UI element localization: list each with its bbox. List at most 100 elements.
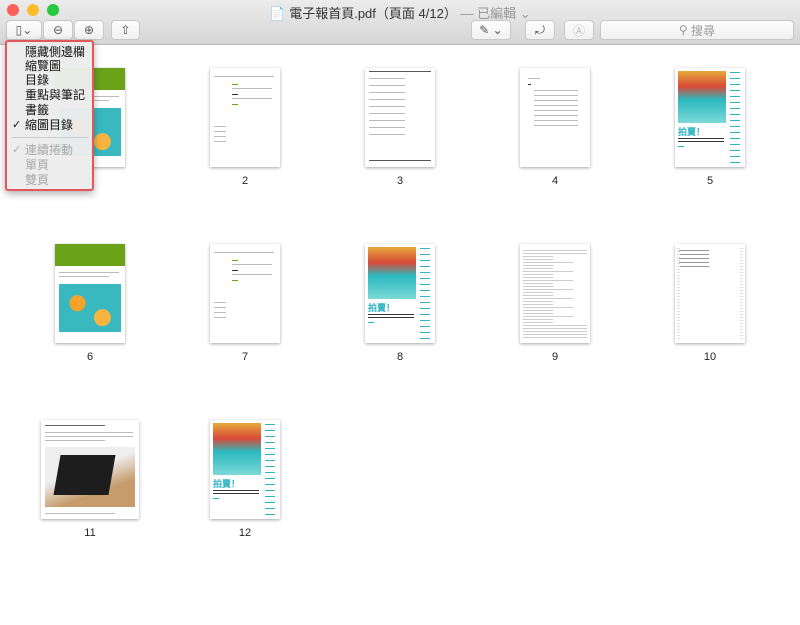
page-thumbnail[interactable] [55,244,125,343]
menu-item[interactable]: 縮覽圖 [7,59,92,74]
text-line [534,115,578,116]
text-line [369,85,405,86]
menu-item-label: 重點與筆記 [25,88,86,102]
text-line [214,131,226,132]
text-line [214,252,274,253]
text-line [523,301,553,302]
text-line [523,337,587,338]
menu-item[interactable]: ✓ 縮圖目錄 [7,118,92,133]
text-line [534,95,578,96]
text-line [740,281,743,282]
zoom-out-button[interactable]: ⊖ [43,20,73,40]
text-line [523,322,553,323]
text-line [523,307,573,308]
text-line [232,264,272,265]
menu-item[interactable]: 書籤 [7,103,92,118]
text-line [265,508,275,509]
sidebar-view-menu: 隱藏側邊欄 縮覽圖 目錄 重點與筆記 書籤 ✓ 縮圖目錄 ✓ 連續捲動 單頁 雙頁 [5,40,94,191]
text-line [730,102,740,103]
text-line [740,329,743,330]
text-line [523,277,553,278]
text-line [369,71,431,72]
text-line [523,325,587,326]
text-line [679,254,709,255]
text-line [740,308,743,309]
text-line [232,280,238,281]
text-line [740,287,743,288]
text-line [730,156,740,157]
text-line [523,274,553,275]
zoom-in-button[interactable]: ⊕ [74,20,104,40]
photo [45,447,135,507]
text-line [677,284,680,285]
text-line [730,126,740,127]
text-line [59,272,119,273]
page-thumbnail[interactable] [41,420,139,519]
page-thumbnail[interactable] [520,68,590,167]
menu-item[interactable]: 隱藏側邊欄 [7,45,92,60]
page-thumbnail[interactable]: 拍賣！ [675,68,745,167]
text-line [740,314,743,315]
page-thumbnail[interactable]: 拍賣！ [210,420,280,519]
menu-item[interactable]: 目錄 [7,73,92,88]
page-thumbnail[interactable] [210,68,280,167]
text-line [740,257,743,258]
text-line [677,257,680,258]
page-thumbnail[interactable] [365,68,435,167]
page-thumbnail[interactable] [210,244,280,343]
text-line [740,299,743,300]
text-line [677,293,680,294]
text-line [214,312,226,313]
text-line [678,146,684,147]
menu-item-label: 雙頁 [25,173,50,187]
text-line [265,430,275,431]
text-line [677,332,680,333]
text-line [369,99,405,100]
page-number-label: 6 [86,351,94,363]
text-line [523,331,587,332]
text-line [523,268,553,269]
text-line [740,272,743,273]
page-thumbnail[interactable]: 拍賣！ [365,244,435,343]
text-line [740,275,743,276]
text-line [740,269,743,270]
text-line [677,248,680,249]
lake-image [368,247,416,299]
text-line [369,113,405,114]
zoom-in-icon: ⊕ [83,23,95,37]
markup-pen-button[interactable]: ✎ ⌄ [471,20,511,40]
text-line [214,76,274,77]
search-input[interactable]: ⚲ 搜尋 [600,20,794,40]
text-line [523,328,587,329]
text-line [369,127,405,128]
text-line [523,295,553,296]
rotate-button[interactable]: ⤾ [525,20,555,40]
sidebar-view-button[interactable]: ▯⌄ [6,20,42,40]
text-line [265,454,275,455]
checkmark-icon: ✓ [12,144,22,156]
page-thumbnail[interactable] [520,244,590,343]
page-number-label: 4 [551,175,559,187]
search-placeholder: 搜尋 [691,23,716,38]
text-line [265,472,275,473]
share-button[interactable]: ⇧ [111,20,140,40]
page-thumbnail[interactable] [675,244,745,343]
text-line [523,292,553,293]
menu-item[interactable]: 重點與筆記 [7,88,92,103]
text-line [740,305,743,306]
text-line [523,280,573,281]
text-line [730,90,740,91]
text-line [232,84,238,85]
text-line [420,248,430,249]
text-line [677,272,680,273]
text-line [420,290,430,291]
text-line [677,338,680,339]
text-line [523,271,573,272]
text-line [677,317,680,318]
markup-toolbar-button[interactable]: Ⓐ [564,20,594,40]
text-line [265,502,275,503]
text-line [232,94,238,95]
laptop-image [53,455,116,495]
text-line [677,326,680,327]
title-bar: 📄 電子報首頁.pdf（頁面 4/12） — 已編輯 ⌄ ▯⌄ ⊖ ⊕ ⇧ ✎ … [0,0,800,45]
